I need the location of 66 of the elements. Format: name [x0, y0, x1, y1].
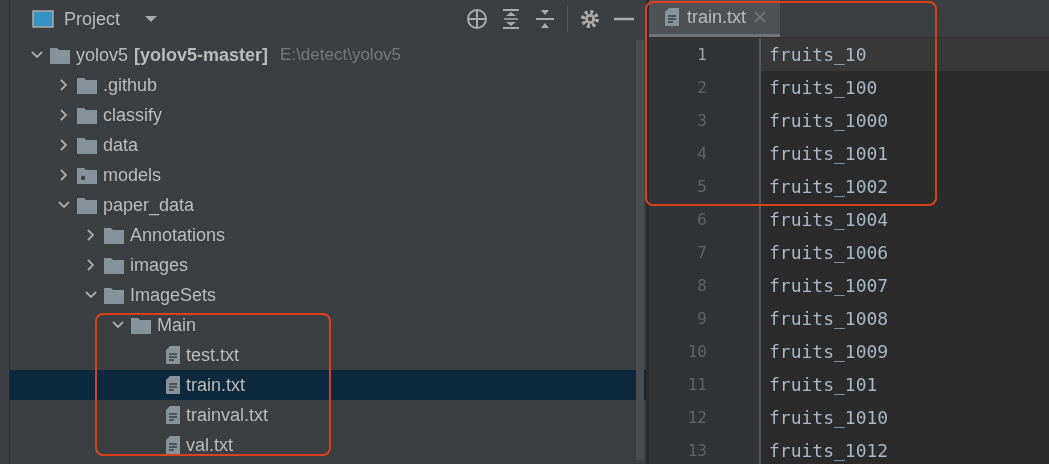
tree-row[interactable]: models: [10, 160, 646, 190]
code-line: fruits_1004: [768, 208, 890, 232]
tree-item-label: Annotations: [130, 224, 226, 246]
dropdown-caret-icon[interactable]: [144, 14, 159, 24]
locate-icon[interactable]: [465, 7, 489, 31]
editor-tab[interactable]: train.txt: [649, 0, 781, 37]
module-label: [yolov5-master]: [134, 44, 269, 66]
line-number: 1: [697, 45, 707, 64]
code-line: fruits_1007: [768, 274, 890, 298]
tree-row[interactable]: classify: [10, 100, 646, 130]
code-line: fruits_1006: [768, 241, 890, 265]
folder-icon: [104, 286, 124, 304]
code-line: fruits_1002: [768, 175, 890, 199]
tree-item-label: paper_data: [103, 194, 195, 216]
tree-item-label: images: [130, 254, 189, 276]
code-line: fruits_1008: [768, 307, 890, 331]
tree-item-label: classify: [103, 104, 162, 126]
tree-item-label: models: [103, 164, 162, 186]
tree-row[interactable]: Main: [10, 310, 646, 340]
tree-item-label: Main: [157, 314, 196, 336]
folder-icon: [77, 106, 97, 124]
tree-item-label: data: [103, 134, 139, 156]
code-line: fruits_1010: [768, 406, 890, 430]
tree-row[interactable]: trainval.txt: [10, 400, 646, 430]
code-line: fruits_1000: [768, 109, 890, 133]
tree-row[interactable]: test.txt: [10, 340, 646, 370]
code-line: fruits_100: [768, 76, 879, 100]
settings-icon[interactable]: [578, 7, 602, 31]
code-line: fruits_1001: [768, 142, 890, 166]
tree-row[interactable]: .github: [10, 70, 646, 100]
tree-row[interactable]: yolov5 [yolov5-master] E:\detect\yolov5: [10, 40, 646, 70]
folder-icon: [77, 76, 97, 94]
panel-title: Project: [64, 8, 121, 30]
text-file-icon: [166, 376, 180, 394]
tree-item-label: yolov5: [76, 44, 129, 66]
tree-row[interactable]: ImageSets: [10, 280, 646, 310]
tree-item-label: val.txt: [186, 434, 233, 456]
tree-row[interactable]: paper_data: [10, 190, 646, 220]
tree-item-label: .github: [103, 74, 158, 96]
scrollbar[interactable]: [636, 40, 644, 460]
tree-row[interactable]: train.txt: [10, 370, 646, 400]
tree-item-label: train.txt: [186, 374, 246, 396]
tree-item-label: test.txt: [186, 344, 239, 366]
text-file-icon: [166, 436, 180, 454]
text-file-icon: [166, 406, 180, 424]
tree-item-label: ImageSets: [130, 284, 217, 306]
folder-icon: [77, 166, 97, 184]
collapse-all-icon[interactable]: [533, 7, 557, 31]
folder-icon: [104, 226, 124, 244]
text-file-icon: [665, 8, 679, 26]
tree-row[interactable]: val.txt: [10, 430, 646, 460]
code-line: fruits_101: [768, 373, 879, 397]
tree-item-label: trainval.txt: [186, 404, 269, 426]
folder-icon: [131, 316, 151, 334]
tree-row[interactable]: data: [10, 130, 646, 160]
folder-icon: [77, 136, 97, 154]
code-line: fruits_1012: [768, 439, 890, 463]
tree-row[interactable]: images: [10, 250, 646, 280]
code-line: fruits_1009: [768, 340, 890, 364]
path-label: E:\detect\yolov5: [280, 45, 402, 65]
folder-icon: [77, 196, 97, 214]
window-icon: [32, 10, 54, 28]
tree-row[interactable]: Annotations: [10, 220, 646, 250]
folder-icon: [104, 256, 124, 274]
text-file-icon: [166, 346, 180, 364]
folder-icon: [50, 46, 70, 64]
